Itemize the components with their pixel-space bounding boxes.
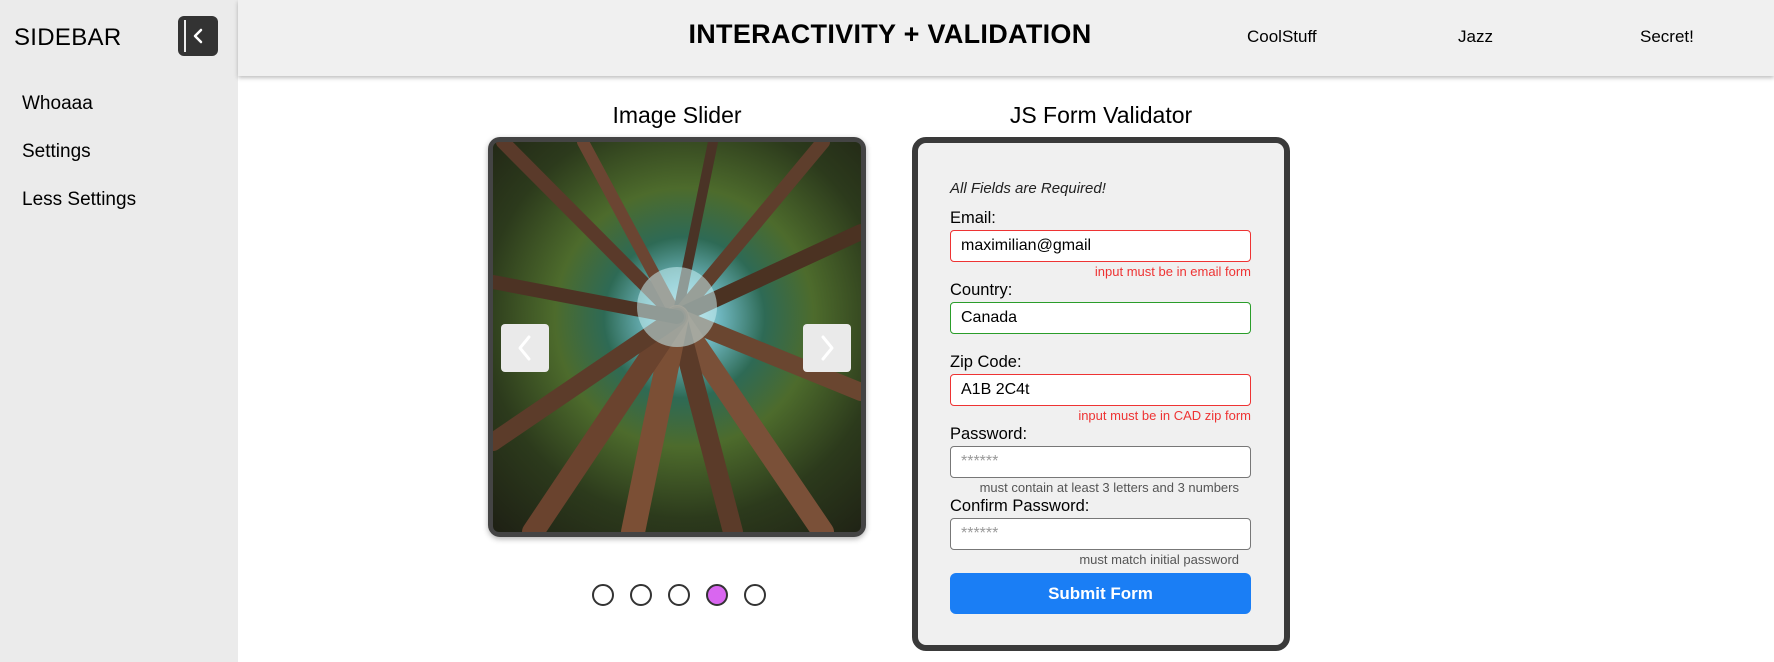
chevron-right-icon [821, 335, 834, 361]
required-note: All Fields are Required! [950, 180, 1106, 197]
slider-next-button[interactable] [803, 324, 851, 372]
divider [184, 20, 186, 52]
slider-prev-button[interactable] [501, 324, 549, 372]
zip-error: input must be in CAD zip form [1078, 408, 1251, 423]
email-input[interactable] [950, 230, 1251, 262]
slider-title: Image Slider [612, 102, 742, 128]
slide-image [493, 142, 861, 532]
sidebar: SIDEBAR Whoaaa Settings Less Settings [0, 0, 238, 662]
submit-form-button[interactable]: Submit Form [950, 573, 1251, 614]
zip-input[interactable] [950, 374, 1251, 406]
form-title: JS Form Validator [1009, 102, 1193, 128]
slider-dot-5[interactable] [744, 584, 766, 606]
confirm-password-label: Confirm Password: [950, 497, 1090, 515]
nav-link-coolstuff[interactable]: CoolStuff [1247, 27, 1317, 47]
sidebar-title: SIDEBAR [14, 24, 122, 51]
slider-dot-3[interactable] [668, 584, 690, 606]
country-input[interactable] [950, 302, 1251, 334]
collapse-sidebar-button[interactable] [178, 16, 218, 56]
password-label: Password: [950, 425, 1028, 443]
sidebar-item-whoaaa[interactable]: Whoaaa [22, 90, 136, 138]
confirm-password-hint: must match initial password [1079, 552, 1239, 567]
confirm-password-input[interactable] [950, 518, 1251, 550]
zip-label: Zip Code: [950, 353, 1022, 371]
page-title: INTERACTIVITY + VALIDATION [688, 19, 1092, 49]
email-label: Email: [950, 209, 996, 227]
nav-link-jazz[interactable]: Jazz [1458, 27, 1493, 47]
slider-dot-1[interactable] [592, 584, 614, 606]
slider-dot-4[interactable] [706, 584, 728, 606]
sidebar-item-settings[interactable]: Settings [22, 138, 136, 186]
image-slider [488, 137, 866, 537]
password-hint: must contain at least 3 letters and 3 nu… [979, 480, 1239, 495]
chevron-left-icon [193, 28, 203, 44]
slider-dot-2[interactable] [630, 584, 652, 606]
country-label: Country: [950, 281, 1013, 299]
sidebar-item-less-settings[interactable]: Less Settings [22, 186, 136, 234]
header: INTERACTIVITY + VALIDATION CoolStuff Jaz… [238, 0, 1774, 76]
slider-dots [592, 584, 766, 606]
chevron-left-icon [518, 335, 531, 361]
email-error: input must be in email form [1094, 264, 1251, 279]
form-validator: All Fields are Required! Email: input mu… [912, 137, 1290, 651]
sidebar-nav: Whoaaa Settings Less Settings [22, 90, 136, 234]
password-input[interactable] [950, 446, 1251, 478]
nav-link-secret[interactable]: Secret! [1640, 27, 1694, 47]
